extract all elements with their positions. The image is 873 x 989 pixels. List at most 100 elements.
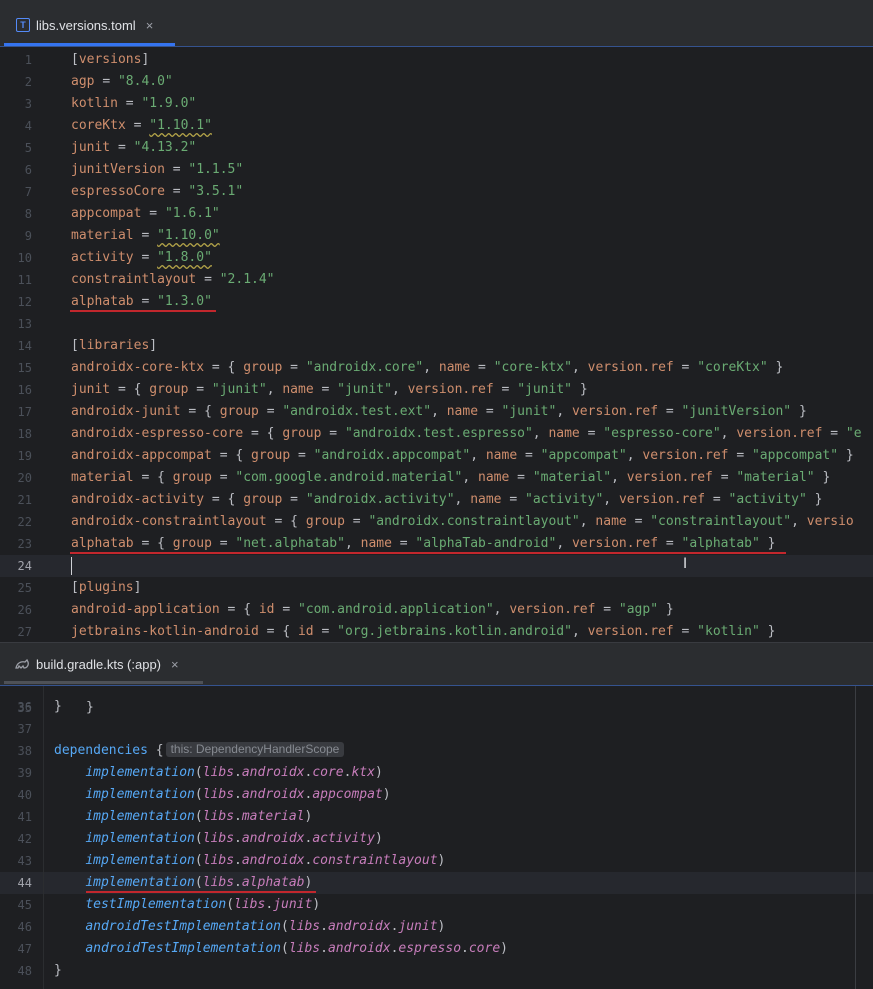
line-number: 48 [17, 964, 32, 978]
error-underline [70, 552, 786, 554]
code-line[interactable]: 24 [0, 555, 873, 577]
line-number: 43 [17, 854, 32, 868]
code-line[interactable]: 16 junit = { group = "junit", name = "jun… [0, 379, 873, 401]
code-line[interactable]: 21 androidx-activity = { group = "android… [0, 489, 873, 511]
toml-file-icon: T [16, 18, 30, 32]
code-line[interactable]: 25 [plugins] [0, 577, 873, 599]
code-line[interactable]: 13 [0, 313, 873, 335]
error-underline [70, 310, 216, 312]
code-line[interactable]: 15 androidx-core-ktx = { group = "android… [0, 357, 873, 379]
code-line[interactable]: 41 implementation(libs.material) [0, 806, 873, 828]
code-text: implementation(libs.androidx.appcompat) [85, 787, 391, 802]
code-text: } [54, 699, 62, 714]
code-text: implementation(libs.androidx.core.ktx) [85, 765, 383, 780]
line-number: 7 [24, 185, 32, 199]
line-number: 23 [17, 537, 32, 551]
code-text: junit = "4.13.2" [71, 140, 197, 155]
tab-label: libs.versions.toml [36, 17, 136, 33]
gradle-file-icon [14, 657, 30, 671]
code-line[interactable]: 40 implementation(libs.androidx.appcompa… [0, 784, 873, 806]
line-number: 19 [17, 449, 32, 463]
code-line[interactable]: 11 constraintlayout = "2.1.4" [0, 269, 873, 291]
line-number: 10 [17, 251, 32, 265]
code-line[interactable]: 42 implementation(libs.androidx.activity… [0, 828, 873, 850]
code-text: junit = { group = "junit", name = "junit… [71, 382, 588, 397]
line-number: 16 [17, 383, 32, 397]
partial-line: 35} [17, 700, 94, 715]
code-line[interactable]: 48} [0, 960, 873, 982]
close-icon[interactable]: × [171, 657, 179, 672]
code-line[interactable]: 26 android-application = { id = "com.andr… [0, 599, 873, 621]
code-text: androidx-junit = { group = "androidx.tes… [71, 404, 807, 419]
code-line[interactable]: 17 androidx-junit = { group = "androidx.t… [0, 401, 873, 423]
tab-libs-versions-toml[interactable]: T libs.versions.toml × [16, 4, 153, 46]
code-text: jetbrains-kotlin-android = { id = "org.j… [71, 624, 776, 639]
line-number: 8 [24, 207, 32, 221]
line-number: 40 [17, 788, 32, 802]
code-line[interactable]: 39 implementation(libs.androidx.core.ktx… [0, 762, 873, 784]
code-text: appcompat = "1.6.1" [71, 206, 220, 221]
top-tab-bar: T libs.versions.toml × [0, 0, 873, 46]
code-line[interactable]: 7 espressoCore = "3.5.1" [0, 181, 873, 203]
line-number: 1 [24, 53, 32, 67]
line-number: 13 [17, 317, 32, 331]
editor-gutter-divider [43, 686, 44, 989]
code-line[interactable]: 36} [0, 696, 873, 718]
line-number: 17 [17, 405, 32, 419]
gradle-editor[interactable]: 36} 37 38 dependencies {this: DependencyHan… [0, 686, 873, 989]
error-underline [86, 891, 316, 893]
code-line[interactable]: 45 testImplementation(libs.junit) [0, 894, 873, 916]
code-text: coreKtx = "1.10.1" [71, 118, 212, 133]
line-number: 44 [17, 876, 32, 890]
line-number: 14 [17, 339, 32, 353]
code-line[interactable]: 20 material = { group = "com.google.andro… [0, 467, 873, 489]
line-number: 24 [17, 559, 32, 573]
code-line[interactable]: 38 dependencies {this: DependencyHandlerS… [0, 740, 873, 762]
line-number: 11 [17, 273, 32, 287]
code-text: implementation(libs.androidx.activity) [85, 831, 383, 846]
code-line[interactable]: 27 jetbrains-kotlin-android = { id = "org… [0, 621, 873, 642]
line-number: 46 [17, 920, 32, 934]
code-text: androidx-appcompat = { group = "androidx… [71, 448, 854, 463]
line-number: 6 [24, 163, 32, 177]
close-icon[interactable]: × [146, 18, 154, 33]
code-line[interactable]: 4 coreKtx = "1.10.1" [0, 115, 873, 137]
code-line[interactable]: 5 junit = "4.13.2" [0, 137, 873, 159]
line-number: 15 [17, 361, 32, 375]
code-line[interactable]: 8 appcompat = "1.6.1" [0, 203, 873, 225]
code-line[interactable]: 19 androidx-appcompat = { group = "androi… [0, 445, 873, 467]
code-line[interactable]: 1 [versions] [0, 49, 873, 71]
code-line[interactable]: 43 implementation(libs.androidx.constrai… [0, 850, 873, 872]
code-text: androidx-activity = { group = "androidx.… [71, 492, 823, 507]
code-line[interactable]: 2 agp = "8.4.0" [0, 71, 873, 93]
mouse-ibeam-cursor: I [683, 556, 688, 572]
code-text: androidx-core-ktx = { group = "androidx.… [71, 360, 784, 375]
code-line[interactable]: 22 androidx-constraintlayout = { group = … [0, 511, 873, 533]
line-number: 9 [24, 229, 32, 243]
code-line[interactable]: 3 kotlin = "1.9.0" [0, 93, 873, 115]
code-line[interactable]: 9 material = "1.10.0" [0, 225, 873, 247]
line-number: 22 [17, 515, 32, 529]
code-text: } [54, 963, 62, 978]
line-number: 45 [17, 898, 32, 912]
code-line[interactable]: 37 [0, 718, 873, 740]
code-line[interactable]: 46 androidTestImplementation(libs.androi… [0, 916, 873, 938]
code-text: activity = "1.8.0" [71, 250, 212, 265]
vertical-scrollbar[interactable] [855, 686, 856, 989]
code-line[interactable]: 10 activity = "1.8.0" [0, 247, 873, 269]
line-number: 5 [24, 141, 32, 155]
line-number: 38 [17, 744, 32, 758]
code-text: material = { group = "com.google.android… [71, 470, 831, 485]
code-text: android-application = { id = "com.androi… [71, 602, 674, 617]
code-text: implementation(libs.material) [85, 809, 313, 824]
line-number: 4 [24, 119, 32, 133]
code-line[interactable]: 47 androidTestImplementation(libs.androi… [0, 938, 873, 960]
line-number: 27 [17, 625, 32, 639]
toml-editor[interactable]: 1 [versions] 2 agp = "8.4.0" 3 kotlin = "1.9.… [0, 47, 873, 642]
code-line[interactable]: 14 [libraries] [0, 335, 873, 357]
tab-build-gradle-kts[interactable]: build.gradle.kts (:app) × [14, 643, 179, 685]
code-line[interactable]: 6 junitVersion = "1.1.5" [0, 159, 873, 181]
code-text: androidx-constraintlayout = { group = "a… [71, 514, 854, 529]
line-number: 2 [24, 75, 32, 89]
code-line[interactable]: 18 androidx-espresso-core = { group = "an… [0, 423, 873, 445]
